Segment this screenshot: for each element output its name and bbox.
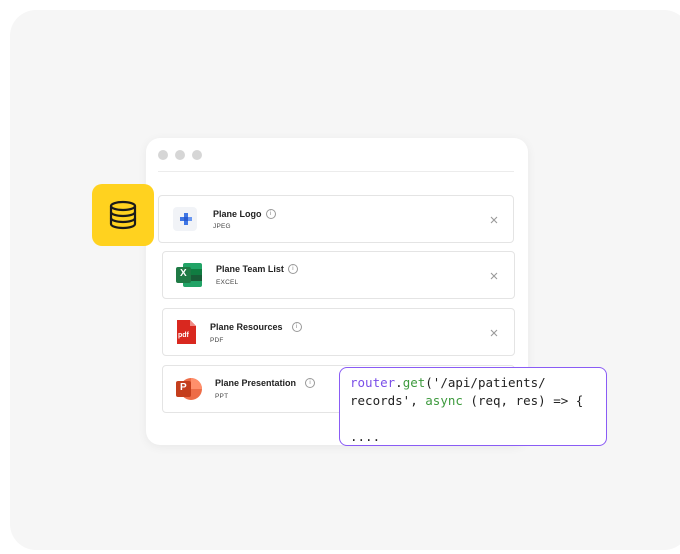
file-name-text: Plane Presentation	[215, 378, 297, 388]
code-token: router	[350, 375, 396, 390]
window-dot[interactable]	[158, 150, 168, 160]
code-token: ('/api/patients/	[425, 375, 546, 390]
close-icon[interactable]	[487, 213, 501, 227]
info-icon[interactable]: i	[305, 377, 316, 388]
code-token: async	[425, 393, 463, 408]
code-line: records', async (req, res) => {	[350, 392, 596, 410]
close-icon[interactable]	[487, 269, 501, 283]
database-icon	[109, 200, 137, 230]
file-name: Plane Resources i	[210, 321, 302, 333]
file-type: JPEG	[213, 223, 231, 230]
file-name: Plane Team List i	[216, 263, 298, 275]
plane-logo-icon	[173, 207, 197, 231]
code-token: get	[402, 375, 426, 390]
file-name: Plane Logo i	[213, 208, 276, 220]
excel-icon-letter: X	[180, 268, 187, 279]
database-badge	[92, 184, 154, 246]
code-token: records',	[350, 393, 426, 408]
window-controls	[158, 150, 202, 160]
file-name-text: Plane Resources	[210, 322, 283, 332]
window-dot[interactable]	[192, 150, 202, 160]
file-type: PDF	[210, 337, 224, 344]
file-type: EXCEL	[216, 279, 239, 286]
code-token: (req, res) => {	[462, 393, 584, 408]
info-icon[interactable]: i	[265, 208, 276, 219]
file-name-text: Plane Team List	[216, 264, 284, 274]
window-dot[interactable]	[175, 150, 185, 160]
code-line: ....	[350, 429, 381, 444]
close-icon[interactable]	[487, 326, 501, 340]
pdf-icon: pdf	[175, 319, 197, 345]
window-divider	[158, 171, 514, 172]
file-item-plane-team-list[interactable]: X Plane Team List i EXCEL	[162, 251, 515, 299]
info-icon[interactable]: i	[291, 321, 302, 332]
file-item-plane-resources[interactable]: pdf Plane Resources i PDF	[162, 308, 515, 356]
file-name-text: Plane Logo	[213, 209, 262, 219]
file-name: Plane Presentation i	[215, 377, 316, 389]
file-type: PPT	[215, 393, 229, 400]
code-line: router.get('/api/patients/	[350, 374, 596, 392]
file-item-plane-logo[interactable]: Plane Logo i JPEG	[158, 195, 514, 243]
code-snippet: router.get('/api/patients/ records', asy…	[339, 367, 607, 446]
excel-icon: X	[175, 262, 203, 288]
powerpoint-icon-letter: P	[180, 382, 187, 393]
powerpoint-icon: P	[175, 376, 203, 402]
code-token: .	[395, 375, 403, 390]
info-icon[interactable]: i	[287, 263, 298, 274]
pdf-icon-label: pdf	[178, 332, 189, 339]
